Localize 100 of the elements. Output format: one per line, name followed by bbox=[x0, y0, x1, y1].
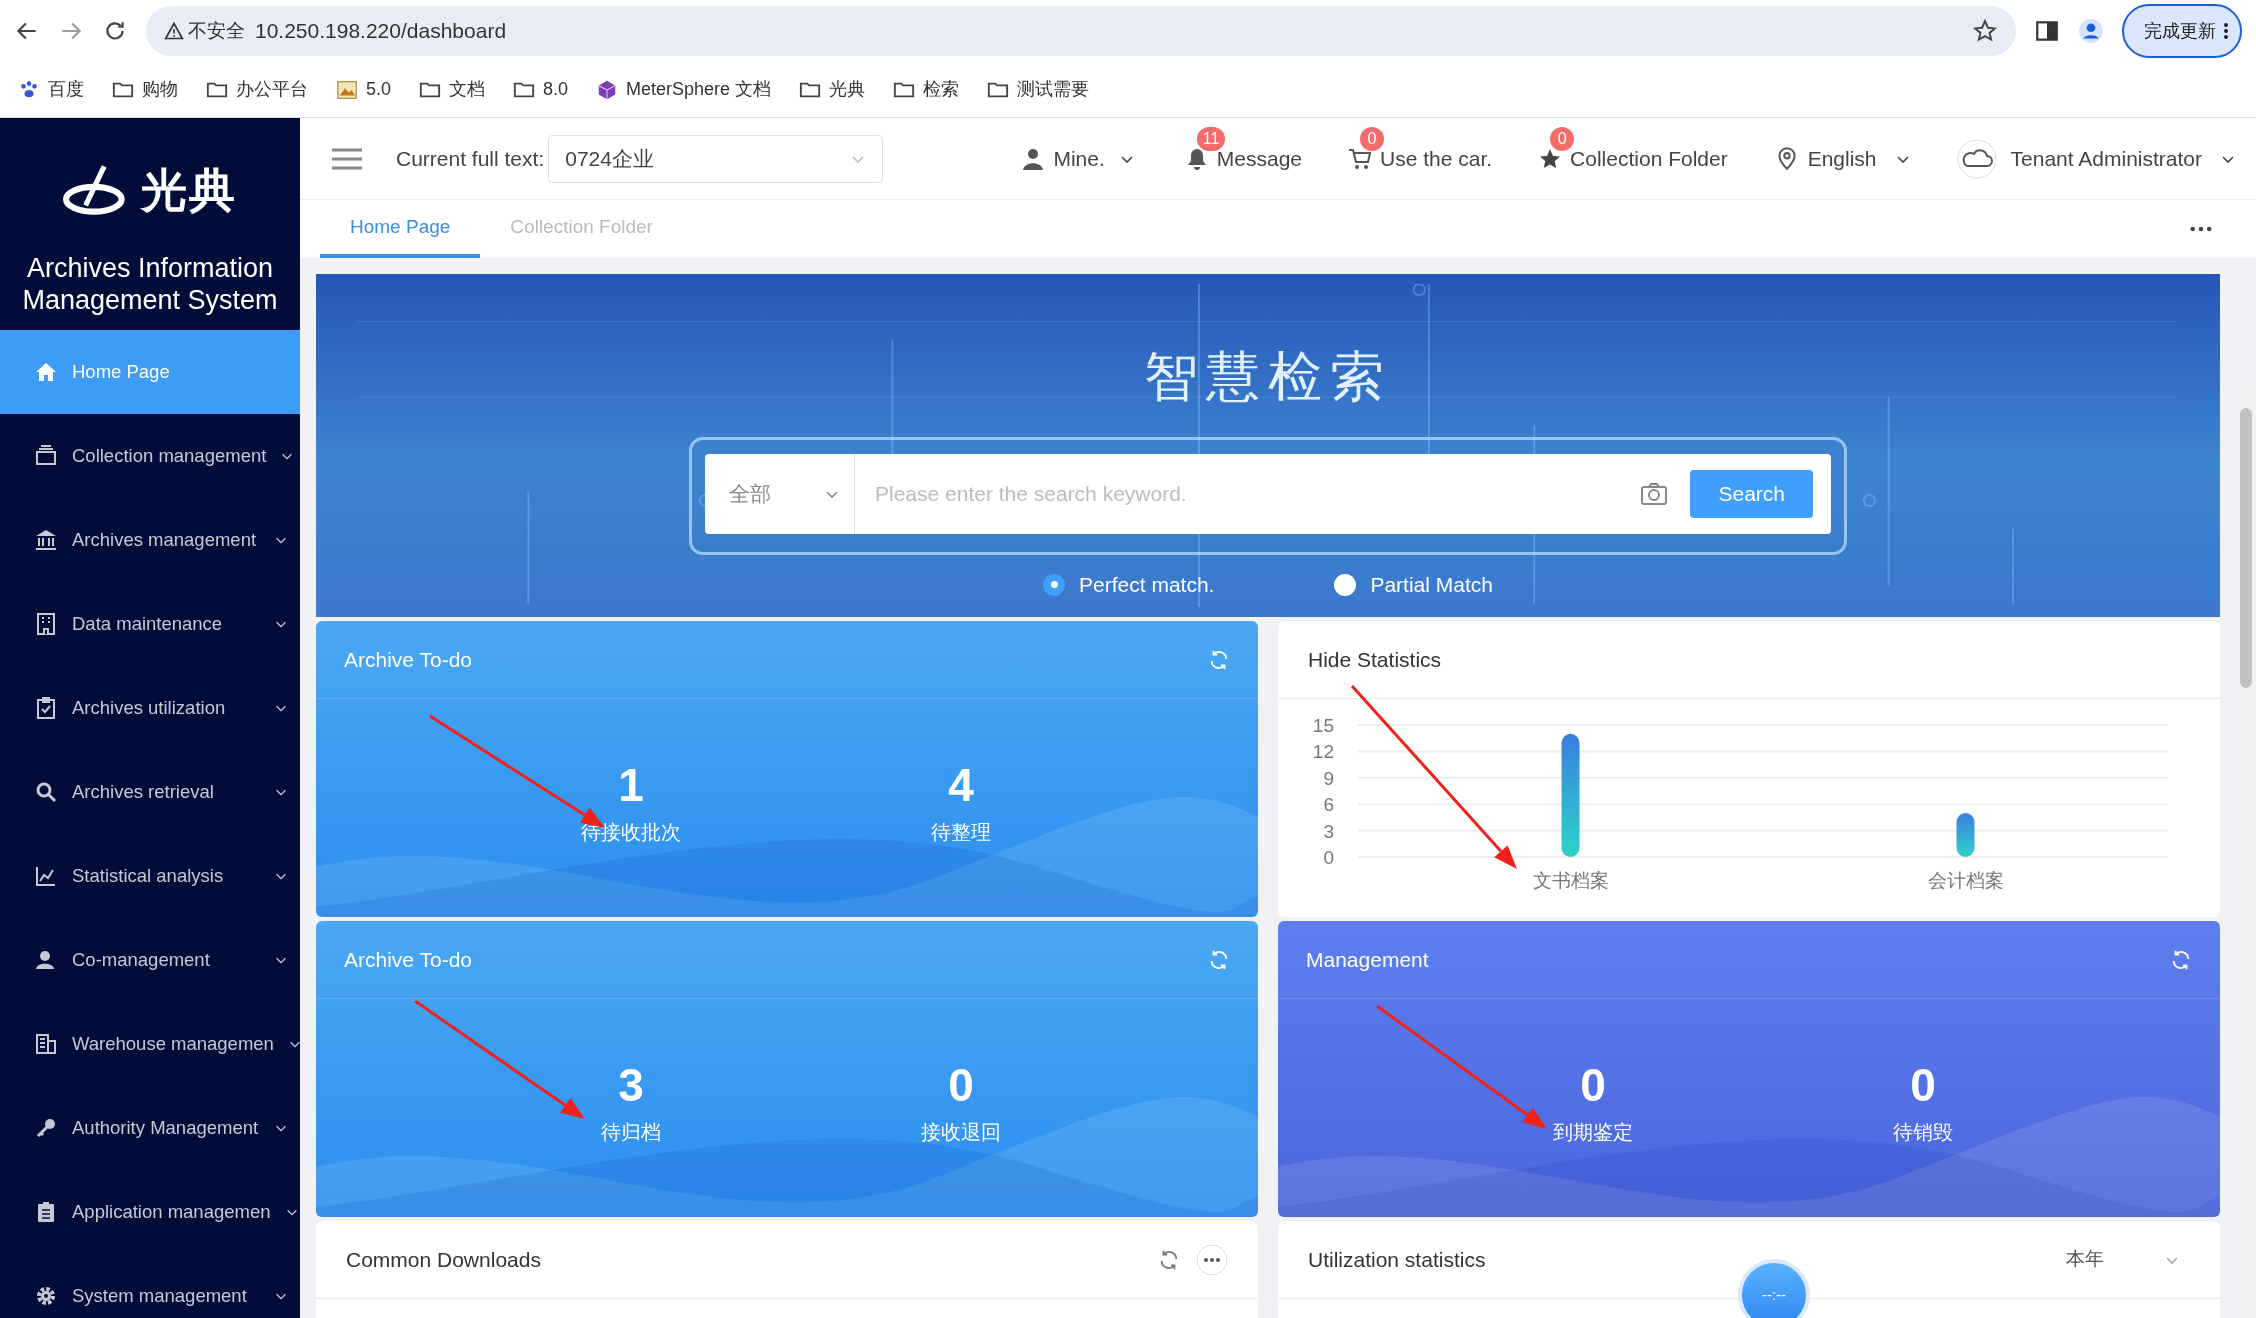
clipboard-check-icon bbox=[34, 696, 58, 720]
radio-button[interactable] bbox=[1043, 573, 1066, 596]
card-title: Archive To-do bbox=[344, 946, 472, 973]
bookmark[interactable]: 光典 bbox=[799, 76, 866, 103]
sidebar-item[interactable]: Statistical analysis bbox=[0, 834, 300, 918]
radio-label: Partial Match bbox=[1370, 572, 1493, 598]
stat-value: 0 bbox=[1910, 1059, 1936, 1111]
banner-title: 智慧检索 bbox=[1144, 345, 1392, 408]
bookmark[interactable]: 百度 bbox=[18, 76, 84, 103]
stat-value: 4 bbox=[948, 759, 974, 811]
sidebar-item-label: Archives retrieval bbox=[72, 780, 214, 805]
update-button[interactable]: 完成更新 bbox=[2122, 4, 2242, 58]
refresh-icon bbox=[1208, 648, 1230, 671]
warning-icon bbox=[164, 21, 184, 41]
image-icon bbox=[336, 78, 358, 101]
stat-label: 待销毁 bbox=[1893, 1120, 1953, 1145]
sidebar-item[interactable]: Archives utilization bbox=[0, 666, 300, 750]
card-title: Hide Statistics bbox=[1308, 646, 1442, 673]
menu-icon bbox=[332, 146, 362, 171]
security-label: 不安全 bbox=[188, 18, 245, 43]
stat-label: 待归档 bbox=[601, 1120, 661, 1145]
star-icon bbox=[1972, 18, 1998, 44]
sidebar-item[interactable]: Collection management bbox=[0, 414, 300, 498]
language-menu[interactable]: English bbox=[1773, 142, 1911, 175]
sidebar-item[interactable]: System management bbox=[0, 1254, 300, 1318]
stat-value: 0 bbox=[948, 1059, 974, 1111]
bookmark[interactable]: MeterSphere 文档 bbox=[596, 76, 772, 103]
more-vertical-icon bbox=[2224, 23, 2228, 39]
scrollbar[interactable] bbox=[2236, 388, 2256, 1318]
card-title: Management bbox=[1306, 946, 1429, 973]
axis-tick-label: 3 bbox=[1323, 820, 1334, 842]
sidebar-item-label: Archives management bbox=[72, 528, 257, 553]
refresh-icon bbox=[1208, 948, 1230, 971]
axis-tick-label: 12 bbox=[1312, 741, 1334, 763]
card-title: Utilization statistics bbox=[1308, 1246, 1486, 1273]
axis-tick-label: 15 bbox=[1312, 715, 1334, 736]
bookmark[interactable]: 文档 bbox=[419, 76, 486, 103]
more-icon bbox=[1196, 1243, 1228, 1276]
count-badge: 0 bbox=[1550, 126, 1575, 151]
bookmark[interactable]: 检索 bbox=[893, 76, 960, 103]
sidebar-item-label: Statistical analysis bbox=[72, 864, 224, 889]
refresh-icon bbox=[2170, 948, 2192, 971]
tray-icon bbox=[34, 444, 58, 468]
sidebar-item[interactable]: Warehouse managemen bbox=[0, 1002, 300, 1086]
stat-item[interactable]: 0 到期鉴定 bbox=[1428, 1059, 1758, 1147]
stat-value: 0 bbox=[1580, 1059, 1606, 1111]
bookmark[interactable]: 办公平台 bbox=[206, 76, 308, 103]
sidebar-item[interactable]: Authority Management bbox=[0, 1086, 300, 1170]
sidebar-item-label: Warehouse managemen bbox=[72, 1032, 274, 1057]
sidebar-item-label: Data maintenance bbox=[72, 612, 223, 637]
sidebar-item-label: Collection management bbox=[72, 444, 267, 469]
stat-label: 到期鉴定 bbox=[1553, 1120, 1633, 1145]
bank-icon bbox=[34, 528, 58, 552]
sidebar-item[interactable]: Archives management bbox=[0, 498, 300, 582]
radio-button[interactable] bbox=[1334, 573, 1357, 596]
refresh-icon bbox=[1158, 1248, 1180, 1271]
bookmark[interactable]: 8.0 bbox=[513, 76, 569, 103]
dial-gauge: --:-- bbox=[1738, 1259, 1810, 1318]
side-panel-icon bbox=[2034, 18, 2060, 44]
axis-tick-label: 6 bbox=[1323, 794, 1334, 816]
sidebar-item-label: Authority Management bbox=[72, 1116, 259, 1141]
key-icon bbox=[34, 1116, 58, 1140]
sidebar-item[interactable]: Archives retrieval bbox=[0, 750, 300, 834]
user-icon bbox=[1021, 146, 1046, 171]
camera-icon bbox=[1640, 482, 1669, 506]
axis-category-label: 会计档案 bbox=[1927, 870, 2004, 891]
address-bar[interactable]: 不安全 10.250.198.220/dashboard bbox=[146, 6, 2016, 56]
stat-label: 待接收批次 bbox=[581, 820, 681, 845]
axis-tick-label: 9 bbox=[1323, 767, 1334, 789]
tenant-menu[interactable]: Tenant Administrator bbox=[1956, 138, 2236, 179]
bookmark[interactable]: 5.0 bbox=[336, 76, 392, 103]
sidebar-item[interactable]: Data maintenance bbox=[0, 582, 300, 666]
sidebar-item-label: Co-management bbox=[72, 948, 210, 973]
bookmark[interactable]: 测试需要 bbox=[987, 76, 1090, 103]
fulltext-select[interactable]: 0724企业 bbox=[548, 134, 884, 183]
sidebar-item[interactable]: Co-management bbox=[0, 918, 300, 1002]
sidebar-item-label: Archives utilization bbox=[72, 696, 226, 721]
card-title: Common Downloads bbox=[346, 1246, 541, 1273]
stat-item[interactable]: 0 待销毁 bbox=[1758, 1059, 2088, 1147]
sidebar-item[interactable]: Application managemen bbox=[0, 1170, 300, 1254]
stat-label: 待整理 bbox=[931, 820, 991, 845]
building-icon bbox=[34, 612, 58, 636]
system-title: Archives Information Management System bbox=[21, 252, 279, 317]
count-badge: 11 bbox=[1196, 126, 1226, 151]
search-field[interactable]: Please enter the search keyword. bbox=[855, 454, 1641, 534]
radio-label: Perfect match. bbox=[1079, 572, 1215, 598]
stat-value: 1 bbox=[618, 759, 644, 811]
sidebar-item-label: Application managemen bbox=[72, 1200, 271, 1225]
period-select[interactable]: 本年 bbox=[2066, 1245, 2180, 1274]
scope-select[interactable]: 全部 bbox=[705, 454, 855, 534]
card-title: Archive To-do bbox=[344, 646, 472, 673]
count-badge: 0 bbox=[1360, 126, 1385, 151]
sidebar-item-label: System management bbox=[72, 1284, 247, 1309]
stat-label: 接收退回 bbox=[921, 1120, 1001, 1145]
sidebar-item-label: Home Page bbox=[72, 360, 170, 385]
chart-bar bbox=[1956, 813, 1975, 857]
user-menu[interactable]: Mine. bbox=[1021, 142, 1135, 175]
axis-category-label: 文书档案 bbox=[1532, 870, 1609, 891]
building-icon bbox=[34, 1032, 58, 1056]
bookmark[interactable]: 购物 bbox=[112, 76, 178, 103]
